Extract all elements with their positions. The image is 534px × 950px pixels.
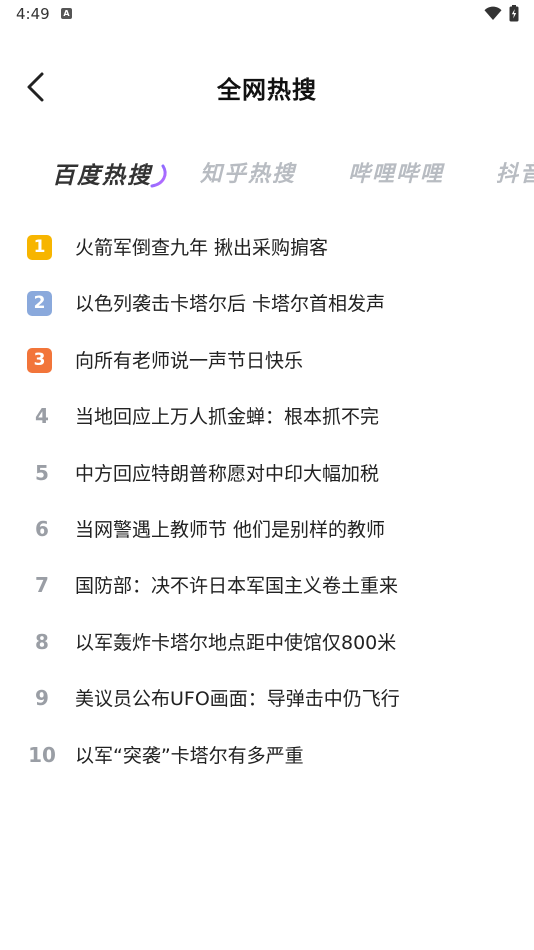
item-title: 以色列袭击卡塔尔后 卡塔尔首相发声 xyxy=(75,293,386,315)
list-item[interactable]: 2 以色列袭击卡塔尔后 卡塔尔首相发声 xyxy=(0,282,534,326)
item-title: 当地回应上万人抓金蝉：根本抓不完 xyxy=(75,406,380,428)
item-title: 火箭军倒查九年 揪出采购掮客 xyxy=(75,237,329,259)
page-title: 全网热搜 xyxy=(217,76,317,104)
item-title: 以军轰炸卡塔尔地点距中使馆仅800米 xyxy=(75,632,397,654)
rank-number: 10 xyxy=(28,743,56,767)
rank-number: 9 xyxy=(35,686,49,710)
header: 全网热搜 xyxy=(0,60,534,114)
list-item[interactable]: 3 向所有老师说一声节日快乐 xyxy=(0,339,534,383)
tab-douyin[interactable]: 抖音 xyxy=(496,156,534,188)
list-item[interactable]: 5 中方回应特朗普称愿对中印大幅加税 xyxy=(0,452,534,496)
active-tab-indicator xyxy=(150,164,167,188)
battery-charging-icon xyxy=(509,5,519,22)
item-title: 当网警遇上教师节 他们是别样的教师 xyxy=(75,519,386,541)
rank-number: 4 xyxy=(35,404,49,428)
tab-bar: 百度热搜 知乎热搜 哔哩哔哩 抖音 xyxy=(0,150,534,200)
item-title: 美议员公布UFO画面：导弹击中仍飞行 xyxy=(75,688,400,710)
list-item[interactable]: 6 当网警遇上教师节 他们是别样的教师 xyxy=(0,508,534,552)
list-item[interactable]: 10 以军“突袭”卡塔尔有多严重 xyxy=(0,734,534,778)
list-item[interactable]: 1 火箭军倒查九年 揪出采购掮客 xyxy=(0,226,534,270)
rank-number: 5 xyxy=(35,461,49,485)
tab-baidu[interactable]: 百度热搜 xyxy=(52,156,152,190)
wifi-icon xyxy=(484,6,502,20)
item-title: 中方回应特朗普称愿对中印大幅加税 xyxy=(75,463,380,485)
tab-bilibili[interactable]: 哔哩哔哩 xyxy=(348,156,444,188)
status-time: 4:49 xyxy=(16,5,50,23)
rank-badge: 3 xyxy=(27,348,52,373)
item-title: 以军“突袭”卡塔尔有多严重 xyxy=(75,745,304,767)
list-item[interactable]: 7 国防部：决不许日本军国主义卷土重来 xyxy=(0,564,534,608)
list-item[interactable]: 9 美议员公布UFO画面：导弹击中仍飞行 xyxy=(0,677,534,721)
a-icon: A xyxy=(61,8,72,19)
item-title: 国防部：决不许日本军国主义卷土重来 xyxy=(75,575,399,597)
status-bar: 4:49 A xyxy=(0,0,534,30)
rank-number: 7 xyxy=(35,573,49,597)
tab-zhihu[interactable]: 知乎热搜 xyxy=(200,156,296,188)
rank-number: 8 xyxy=(35,630,49,654)
list-item[interactable]: 8 以军轰炸卡塔尔地点距中使馆仅800米 xyxy=(0,621,534,665)
item-title: 向所有老师说一声节日快乐 xyxy=(75,350,304,372)
rank-number: 6 xyxy=(35,517,49,541)
list-item[interactable]: 4 当地回应上万人抓金蝉：根本抓不完 xyxy=(0,395,534,439)
rank-badge: 2 xyxy=(27,291,52,316)
rank-badge: 1 xyxy=(27,235,52,260)
